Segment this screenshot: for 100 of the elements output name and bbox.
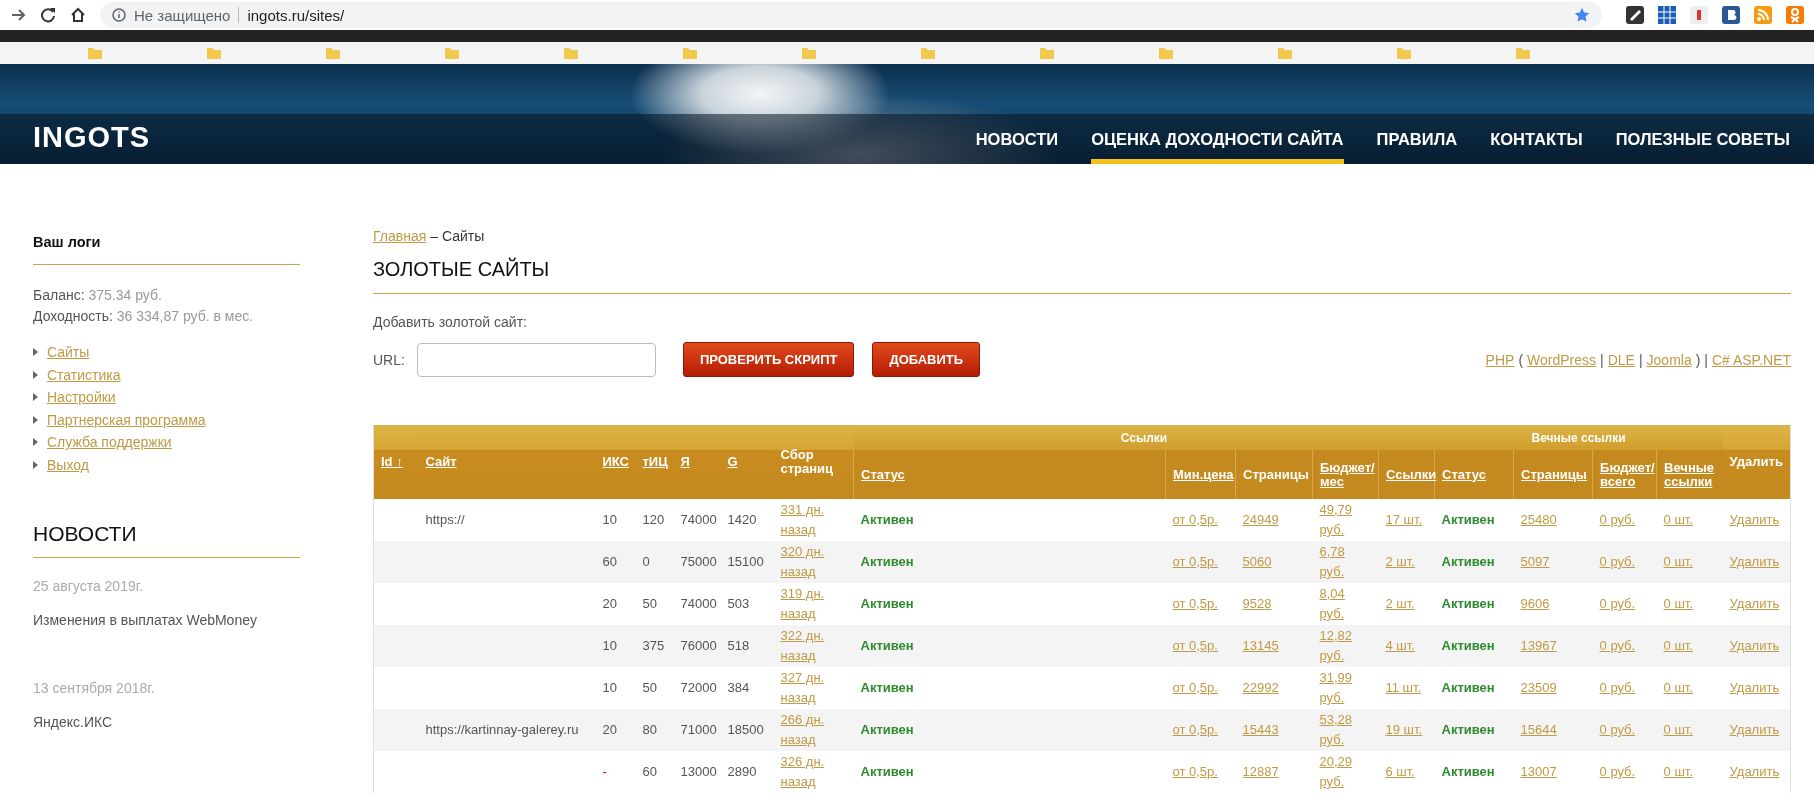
budget-link[interactable]: 49,79 руб. — [1319, 500, 1372, 540]
pages-link[interactable]: 25480 — [1520, 510, 1557, 530]
script-link[interactable]: WordPress — [1527, 351, 1597, 368]
budget-link[interactable]: 0 руб. — [1599, 594, 1636, 614]
column-sort-link[interactable]: G — [727, 455, 738, 469]
pen-icon[interactable] — [1626, 6, 1644, 24]
folder-icon[interactable] — [445, 47, 459, 59]
info-icon[interactable] — [112, 8, 126, 22]
sidebar-link[interactable]: Выход — [47, 456, 89, 473]
rss-icon[interactable] — [1754, 6, 1772, 24]
breadcrumb-link[interactable]: Главная — [373, 228, 427, 244]
pages-link[interactable]: 23509 — [1520, 678, 1557, 698]
delete-link[interactable]: Удалить — [1729, 678, 1780, 698]
breadcrumb-separator: – — [430, 228, 438, 244]
column-sort-link[interactable]: Я — [680, 455, 690, 469]
sidebar-link[interactable]: Партнерская программа — [47, 411, 206, 428]
min-price-link[interactable]: от 0,5р. — [1172, 594, 1218, 614]
forward-arrow-icon[interactable] — [10, 7, 26, 23]
delete-link[interactable]: Удалить — [1729, 594, 1780, 614]
person-icon[interactable] — [1786, 6, 1804, 24]
nav-tab[interactable]: ПРАВИЛА — [1376, 114, 1458, 164]
column-sort-link[interactable]: Статус — [861, 467, 905, 482]
sidebar-link[interactable]: Настройки — [47, 389, 116, 406]
site-logo[interactable]: INGOTS — [33, 120, 151, 154]
delete-link[interactable]: Удалить — [1729, 510, 1780, 530]
nav-tab[interactable]: КОНТАКТЫ — [1490, 114, 1583, 164]
nav-tab[interactable]: НОВОСТИ — [975, 114, 1059, 164]
folder-icon[interactable] — [802, 47, 816, 59]
script-link[interactable]: DLE — [1607, 351, 1635, 368]
budget-link[interactable]: 8,04 руб. — [1319, 584, 1372, 624]
links-count-link[interactable]: 0 шт. — [1663, 594, 1693, 614]
budget-link[interactable]: 0 руб. — [1599, 510, 1636, 530]
column-sort-link[interactable]: тИЦ — [642, 455, 668, 469]
min-price-link[interactable]: от 0,5р. — [1172, 678, 1218, 698]
pages-link[interactable]: 12887 — [1242, 762, 1279, 782]
news-title[interactable]: Яндекс.ИКС — [33, 714, 300, 730]
pages-link[interactable]: 22992 — [1242, 678, 1279, 698]
script-link[interactable]: C# ASP.NET — [1711, 351, 1792, 368]
crawl-date-link[interactable]: 327 дн. назад — [780, 668, 847, 708]
nav-tab[interactable]: ПОЛЕЗНЫЕ СОВЕТЫ — [1615, 114, 1790, 164]
links-count-link[interactable]: 11 шт. — [1385, 678, 1422, 698]
folder-icon[interactable] — [1397, 47, 1411, 59]
script-link[interactable]: PHP — [1485, 351, 1515, 368]
crawl-date-link[interactable]: 331 дн. назад — [780, 500, 847, 540]
pages-link[interactable]: 24949 — [1242, 510, 1279, 530]
column-sort-link[interactable]: Id ↑ — [381, 455, 403, 469]
nav-tab[interactable]: ОЦЕНКА ДОХОДНОСТИ САЙТА — [1091, 114, 1344, 164]
status-text: Активен — [1441, 512, 1495, 527]
sidebar-link[interactable]: Сайты — [47, 344, 90, 361]
folder-icon[interactable] — [88, 47, 102, 59]
column-sort-link[interactable]: ИКС — [602, 455, 629, 469]
links-count-link[interactable]: 2 шт. — [1385, 594, 1415, 614]
letter-icon[interactable] — [1722, 6, 1740, 24]
links-count-link[interactable]: 0 шт. — [1663, 510, 1693, 530]
folder-icon[interactable] — [1159, 47, 1173, 59]
links-count-link[interactable]: 6 шт. — [1385, 762, 1415, 782]
status-text: Активен — [1441, 554, 1495, 569]
min-price-link[interactable]: от 0,5р. — [1172, 762, 1218, 782]
links-count-link[interactable]: 0 шт. — [1663, 762, 1693, 782]
sidebar-link[interactable]: Статистика — [47, 366, 121, 383]
min-price-link[interactable]: от 0,5р. — [1172, 510, 1218, 530]
folder-icon[interactable] — [1516, 47, 1530, 59]
url-input[interactable] — [416, 342, 656, 377]
yandex-value: 74000 — [680, 596, 717, 611]
script-link[interactable]: Joomla — [1646, 351, 1692, 368]
links-count-link[interactable]: 17 шт. — [1385, 510, 1423, 530]
reload-icon[interactable] — [40, 7, 56, 23]
pages-link[interactable]: 5097 — [1520, 552, 1550, 572]
tic-value: 50 — [642, 596, 657, 611]
home-icon[interactable] — [70, 7, 86, 23]
budget-link[interactable]: 0 руб. — [1599, 762, 1636, 782]
folder-icon[interactable] — [207, 47, 221, 59]
column-sort-link[interactable]: Сайт — [425, 455, 457, 469]
crawl-date-link[interactable]: 326 дн. назад — [780, 752, 847, 792]
links-count-link[interactable]: 0 шт. — [1663, 678, 1693, 698]
budget-link[interactable]: 20,29 руб. — [1319, 752, 1372, 792]
add-button[interactable]: ДОБАВИТЬ — [872, 342, 981, 377]
news-date: 25 августа 2019г. — [33, 578, 144, 594]
delete-link[interactable]: Удалить — [1729, 762, 1780, 782]
folder-icon[interactable] — [564, 47, 578, 59]
folder-icon[interactable] — [683, 47, 697, 59]
budget-link[interactable]: 31,99 руб. — [1319, 668, 1372, 708]
crawl-date-link[interactable]: 319 дн. назад — [780, 584, 847, 624]
news-title[interactable]: Изменения в выплатах WebMoney — [33, 612, 300, 628]
status-text: Активен — [1441, 638, 1495, 653]
pages-link[interactable]: 9606 — [1520, 594, 1550, 614]
grid-icon[interactable] — [1658, 6, 1676, 24]
pages-link[interactable]: 13007 — [1520, 762, 1557, 782]
pages-link[interactable]: 5060 — [1242, 552, 1272, 572]
folder-icon[interactable] — [326, 47, 340, 59]
address-bar[interactable]: Не защищено ingots.ru/sites/ — [100, 2, 1602, 28]
sidebar-link[interactable]: Служба поддержки — [47, 434, 172, 451]
folder-icon[interactable] — [1278, 47, 1292, 59]
check-script-button[interactable]: ПРОВЕРИТЬ СКРИПТ — [682, 342, 855, 377]
pages-link[interactable]: 9528 — [1242, 594, 1272, 614]
column-sort-link[interactable]: Статус — [1442, 467, 1486, 482]
star-icon[interactable] — [1574, 7, 1590, 23]
folder-icon[interactable] — [1040, 47, 1054, 59]
folder-icon[interactable] — [921, 47, 935, 59]
budget-link[interactable]: 0 руб. — [1599, 678, 1636, 698]
